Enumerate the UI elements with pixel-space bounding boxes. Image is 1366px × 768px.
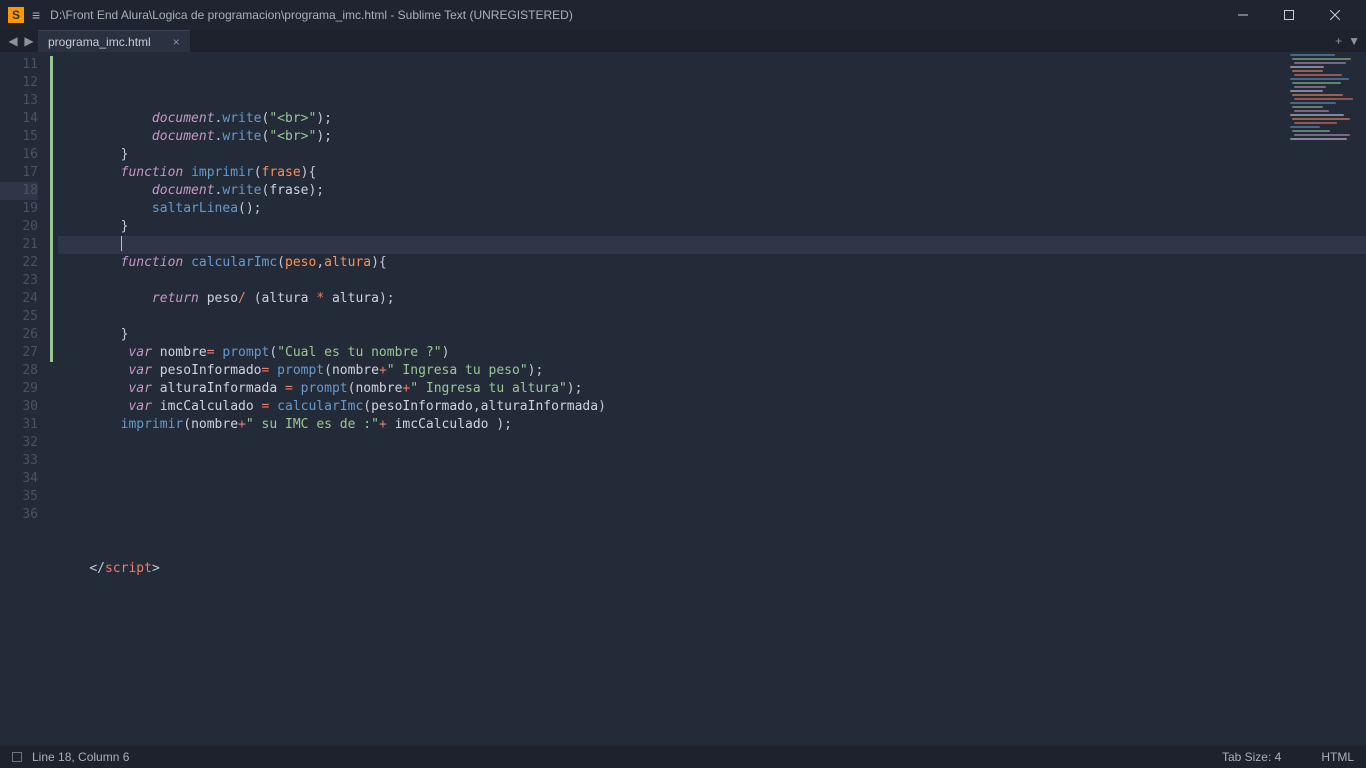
app-logo-icon: S (8, 7, 24, 23)
line-number-gutter[interactable]: 1112131415161718192021222324252627282930… (0, 52, 50, 746)
code-area[interactable]: document.write("<br>"); document.write("… (50, 52, 1366, 746)
editor: 1112131415161718192021222324252627282930… (0, 52, 1366, 746)
line-number: 18 (0, 182, 38, 200)
line-number: 28 (0, 362, 38, 380)
code-line[interactable]: var alturaInformada = prompt(nombre+" In… (58, 380, 1366, 398)
tabs-container: programa_imc.html × (38, 30, 190, 52)
code-line[interactable] (58, 488, 1366, 506)
line-number: 30 (0, 398, 38, 416)
status-syntax[interactable]: HTML (1321, 750, 1354, 764)
status-tabsize[interactable]: Tab Size: 4 (1222, 750, 1281, 764)
panel-switcher-icon[interactable] (12, 752, 22, 762)
code-line[interactable]: document.write(frase); (58, 182, 1366, 200)
line-number: 26 (0, 326, 38, 344)
line-number: 33 (0, 452, 38, 470)
line-number: 21 (0, 236, 38, 254)
line-number: 29 (0, 380, 38, 398)
code-line[interactable] (58, 470, 1366, 488)
tab-file[interactable]: programa_imc.html × (38, 30, 190, 52)
status-cursor[interactable]: Line 18, Column 6 (32, 750, 129, 764)
maximize-button[interactable] (1266, 0, 1312, 30)
code-line[interactable]: var imcCalculado = calcularImc(pesoInfor… (58, 398, 1366, 416)
nav-forward-icon[interactable]: ▶ (22, 34, 36, 48)
line-number: 17 (0, 164, 38, 182)
line-number: 16 (0, 146, 38, 164)
line-number: 15 (0, 128, 38, 146)
code-line[interactable]: } (58, 218, 1366, 236)
new-tab-icon[interactable]: + (1335, 34, 1342, 48)
line-number: 23 (0, 272, 38, 290)
code-line[interactable]: imprimir(nombre+" su IMC es de :"+ imcCa… (58, 416, 1366, 434)
line-number: 32 (0, 434, 38, 452)
tab-dropdown-icon[interactable]: ▼ (1348, 34, 1360, 48)
line-number: 24 (0, 290, 38, 308)
line-number: 36 (0, 506, 38, 524)
minimize-button[interactable] (1220, 0, 1266, 30)
line-number: 31 (0, 416, 38, 434)
code-line[interactable]: } (58, 146, 1366, 164)
window-controls (1220, 0, 1358, 30)
git-gutter-marker (50, 56, 53, 362)
code-line[interactable] (58, 308, 1366, 326)
line-number: 22 (0, 254, 38, 272)
line-number: 25 (0, 308, 38, 326)
code-line[interactable]: return peso/ (altura * altura); (58, 290, 1366, 308)
line-number: 20 (0, 218, 38, 236)
line-number: 34 (0, 470, 38, 488)
code-line[interactable]: } (58, 326, 1366, 344)
text-cursor (121, 236, 122, 251)
line-number: 13 (0, 92, 38, 110)
window-title: D:\Front End Alura\Logica de programacio… (50, 8, 1220, 22)
nav-back-icon[interactable]: ◀ (6, 34, 20, 48)
status-bar: Line 18, Column 6 Tab Size: 4 HTML (0, 746, 1366, 768)
line-number: 19 (0, 200, 38, 218)
titlebar: S ≡ D:\Front End Alura\Logica de program… (0, 0, 1366, 30)
close-icon[interactable]: × (173, 35, 180, 49)
code-line[interactable]: document.write("<br>"); (58, 128, 1366, 146)
code-line[interactable] (58, 236, 1366, 254)
code-line[interactable]: saltarLinea(); (58, 200, 1366, 218)
code-line[interactable] (58, 272, 1366, 290)
line-number: 11 (0, 56, 38, 74)
close-button[interactable] (1312, 0, 1358, 30)
code-line[interactable]: </script> (58, 560, 1366, 578)
line-number: 14 (0, 110, 38, 128)
code-line[interactable] (58, 542, 1366, 560)
code-line[interactable]: function imprimir(frase){ (58, 164, 1366, 182)
code-line[interactable] (58, 434, 1366, 452)
line-number: 35 (0, 488, 38, 506)
line-number: 27 (0, 344, 38, 362)
code-line[interactable]: function calcularImc(peso,altura){ (58, 254, 1366, 272)
code-line[interactable] (58, 452, 1366, 470)
tab-label: programa_imc.html (48, 35, 151, 49)
line-number: 12 (0, 74, 38, 92)
code-line[interactable]: document.write("<br>"); (58, 110, 1366, 128)
code-line[interactable] (58, 506, 1366, 524)
code-line[interactable]: var nombre= prompt("Cual es tu nombre ?"… (58, 344, 1366, 362)
code-line[interactable]: var pesoInformado= prompt(nombre+" Ingre… (58, 362, 1366, 380)
menu-icon[interactable]: ≡ (32, 7, 40, 23)
tab-bar: ◀ ▶ + ▼ (0, 30, 1366, 52)
code-line[interactable] (58, 524, 1366, 542)
